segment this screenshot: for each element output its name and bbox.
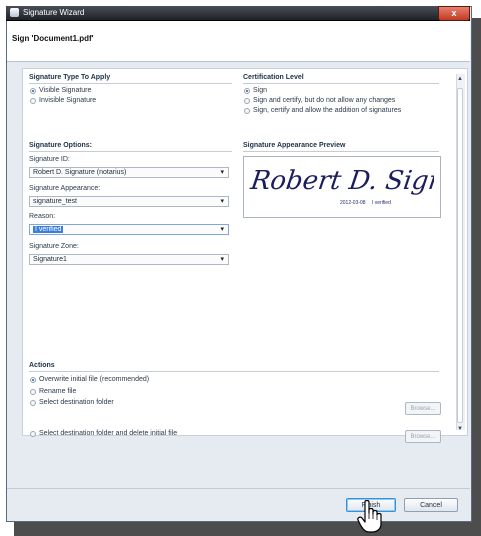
reason-value: I verified xyxy=(33,226,64,233)
radio-visible-signature[interactable] xyxy=(30,88,36,94)
radio-invisible-signature[interactable] xyxy=(30,98,36,104)
radio-rename-file[interactable] xyxy=(30,389,36,395)
signature-preview: Robert D. Signature 2012-03-08 I verifie… xyxy=(243,156,441,218)
radio-select-destination[interactable] xyxy=(30,400,36,406)
signature-type-heading: Signature Type To Apply xyxy=(29,74,111,81)
scrollbar-thumb[interactable] xyxy=(457,88,463,423)
chevron-down-icon: ▾ xyxy=(220,169,224,176)
radio-label-visible-signature: Visible Signature xyxy=(39,87,92,94)
chevron-down-icon: ▾ xyxy=(220,226,224,233)
signature-zone-label: Signature Zone: xyxy=(29,243,79,250)
divider xyxy=(29,371,439,372)
signature-options-heading: Signature Options: xyxy=(29,142,92,149)
divider xyxy=(243,151,439,152)
radio-sign-certify-allow-signatures[interactable] xyxy=(244,108,250,114)
browse-button-destination[interactable]: Browse... xyxy=(405,402,441,415)
signature-id-select[interactable]: Robert D. Signature (notarius) ▾ xyxy=(29,167,229,178)
signature-appearance-select[interactable]: signature_test ▾ xyxy=(29,196,229,207)
scroll-up-icon[interactable]: ▲ xyxy=(457,76,463,82)
radio-label-overwrite-file: Overwrite initial file (recommended) xyxy=(39,376,150,383)
close-button[interactable]: x xyxy=(438,6,470,21)
signature-id-value: Robert D. Signature (notarius) xyxy=(33,169,127,176)
radio-sign[interactable] xyxy=(244,88,250,94)
signature-zone-value: Signature1 xyxy=(33,256,67,263)
footer-divider xyxy=(7,488,470,489)
radio-label-select-destination: Select destination folder xyxy=(39,399,114,406)
signature-reason: I verified xyxy=(371,200,391,206)
scroll-down-icon[interactable]: ▼ xyxy=(457,426,463,432)
app-icon xyxy=(10,8,19,17)
hand-pointer-icon xyxy=(357,500,382,533)
radio-label-sign-certify-no-changes: Sign and certify, but do not allow any c… xyxy=(253,97,396,104)
certification-heading: Certification Level xyxy=(243,74,304,81)
signature-meta: 2012-03-08 I verified xyxy=(340,200,391,206)
reason-combobox[interactable]: I verified ▾ xyxy=(29,224,229,235)
radio-overwrite-file[interactable] xyxy=(30,377,36,383)
radio-select-destination-delete[interactable] xyxy=(30,431,36,437)
signature-image: Robert D. Signature xyxy=(248,166,434,196)
radio-label-sign-certify-allow-signatures: Sign, certify and allow the addition of … xyxy=(253,107,402,114)
signature-date: 2012-03-08 xyxy=(340,200,366,206)
divider xyxy=(29,83,232,84)
page-title: Sign 'Document1.pdf' xyxy=(12,34,94,43)
signature-script: Robert D. Signature xyxy=(248,166,434,196)
signature-zone-select[interactable]: Signature1 ▾ xyxy=(29,254,229,265)
preview-heading: Signature Appearance Preview xyxy=(243,142,346,149)
chevron-down-icon: ▾ xyxy=(220,256,224,263)
radio-label-rename-file: Rename file xyxy=(39,388,77,395)
radio-label-sign: Sign xyxy=(253,87,268,94)
actions-heading: Actions xyxy=(29,362,55,369)
cancel-button[interactable]: Cancel xyxy=(404,498,458,512)
chevron-down-icon: ▾ xyxy=(220,198,224,205)
radio-label-invisible-signature: Invisible Signature xyxy=(39,97,97,104)
browse-button-destination-delete[interactable]: Browse... xyxy=(405,430,441,443)
signature-appearance-label: Signature Appearance: xyxy=(29,185,101,192)
radio-label-select-destination-delete: Select destination folder and delete ini… xyxy=(39,430,178,437)
signature-appearance-value: signature_test xyxy=(33,198,77,205)
radio-sign-certify-no-changes[interactable] xyxy=(244,98,250,104)
divider xyxy=(29,151,232,152)
reason-label: Reason: xyxy=(29,213,56,220)
divider xyxy=(243,83,439,84)
signature-id-label: Signature ID: xyxy=(29,156,70,163)
window-title: Signature Wizard xyxy=(23,8,85,17)
